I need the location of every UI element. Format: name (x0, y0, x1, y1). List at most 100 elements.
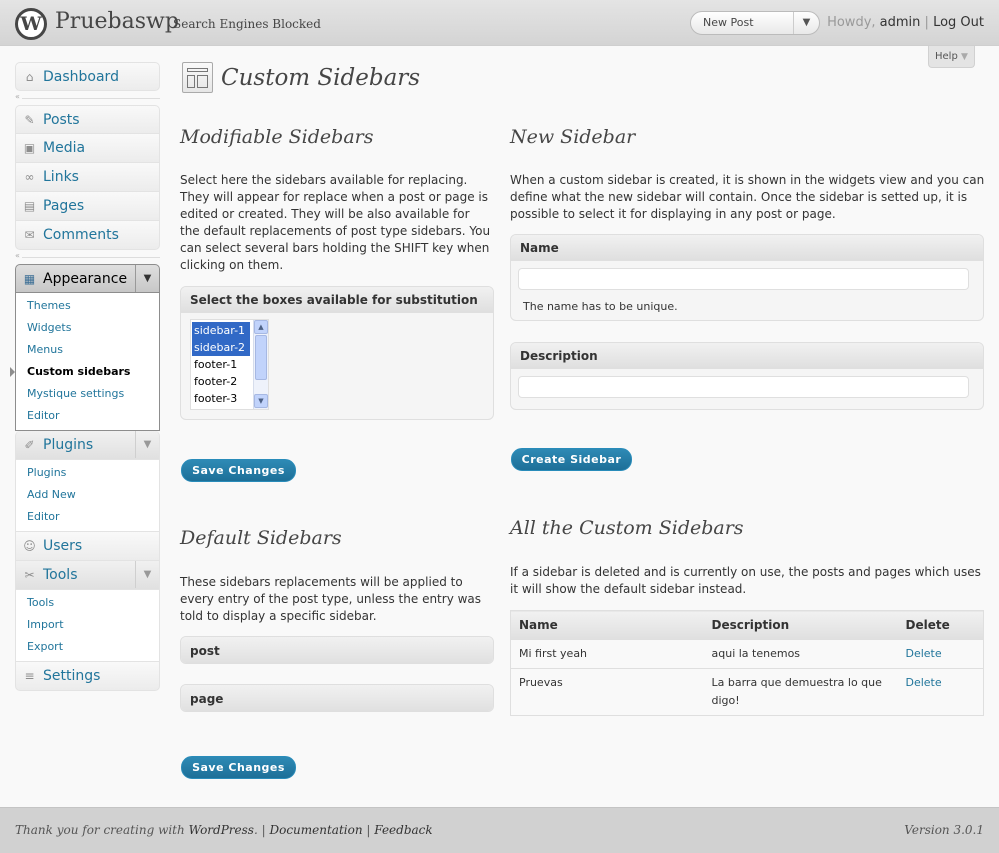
submenu-plugins[interactable]: Plugins (16, 462, 159, 484)
menu-settings[interactable]: ≡ Settings (15, 662, 160, 691)
default-sidebars-title: Default Sidebars (180, 527, 342, 549)
scroll-down-icon[interactable]: ▼ (254, 394, 268, 408)
create-sidebar-button[interactable]: Create Sidebar (511, 448, 632, 471)
menu-pages[interactable]: ▤ Pages (15, 192, 160, 221)
submenu-themes[interactable]: Themes (16, 295, 159, 317)
submenu-add-new[interactable]: Add New (16, 484, 159, 506)
menu-label: Media (43, 140, 86, 156)
delete-link[interactable]: Delete (906, 676, 942, 689)
footer-period: . (253, 823, 258, 837)
sidebar-option[interactable]: sidebar-1 (192, 322, 250, 339)
links-icon: ∞ (24, 170, 35, 184)
post-type-box-page[interactable]: page (180, 684, 494, 712)
menu-plugins[interactable]: ✐ Plugins ▼ (15, 431, 160, 460)
custom-sidebars-table: Name Description Delete Mi first yeah aq… (510, 610, 984, 716)
sidebars-multiselect[interactable]: sidebar-1 sidebar-2 footer-1 footer-2 fo… (190, 319, 269, 410)
menu-label: Dashboard (43, 69, 119, 85)
scroll-up-icon[interactable]: ▲ (254, 320, 268, 334)
submenu-plugin-editor[interactable]: Editor (16, 506, 159, 528)
settings-icon: ≡ (24, 669, 35, 683)
sidebar-description-cell: aqui la tenemos (703, 639, 898, 669)
site-title[interactable]: Pruebaswp (55, 9, 179, 34)
menu-label: Pages (43, 198, 85, 214)
submenu-menus[interactable]: Menus (16, 339, 159, 361)
modifiable-sidebars-title: Modifiable Sidebars (180, 126, 374, 148)
menu-media[interactable]: ▣ Media (15, 134, 160, 163)
menu-appearance[interactable]: ▦ Appearance ▼ (15, 264, 160, 293)
menu-comments[interactable]: ✉ Comments (15, 221, 160, 250)
menu-tools[interactable]: ✂ Tools ▼ (15, 561, 160, 590)
profile-link[interactable]: admin (880, 15, 921, 30)
modifiable-sidebars-description: Select here the sidebars available for r… (180, 173, 491, 272)
submenu-custom-sidebars[interactable]: Custom sidebars (10, 361, 159, 383)
default-sidebars-description: These sidebars replacements will be appl… (180, 575, 482, 623)
logout-link[interactable]: Log Out (933, 15, 984, 30)
documentation-link[interactable]: Documentation (269, 823, 362, 837)
menu-label: Comments (43, 227, 119, 243)
appearance-icon: ▦ (23, 272, 36, 286)
sidebar-option[interactable]: footer-3 (192, 390, 250, 407)
column-header-name: Name (510, 610, 704, 640)
all-custom-sidebars-title: All the Custom Sidebars (510, 517, 744, 539)
posts-icon: ✎ (24, 113, 35, 127)
collapse-arrow-icon[interactable]: « (15, 92, 22, 101)
wordpress-link[interactable]: WordPress (189, 823, 254, 837)
save-changes-button[interactable]: Save Changes (181, 756, 296, 779)
admin-header: W Pruebaswp Search Engines Blocked New P… (0, 0, 999, 46)
pages-icon: ▤ (23, 199, 36, 213)
wordpress-logo-icon[interactable]: W (15, 8, 47, 40)
submenu-export[interactable]: Export (16, 636, 159, 658)
user-separator: | (924, 15, 929, 30)
menu-dashboard[interactable]: ⌂ Dashboard (15, 62, 160, 91)
sidebar-description-input[interactable] (518, 376, 969, 398)
collapse-arrow-icon[interactable]: « (15, 251, 22, 260)
post-type-box-post[interactable]: post (180, 636, 494, 664)
table-row: Pruevas La barra que demuestra lo que di… (510, 668, 984, 716)
admin-menu: ⌂ Dashboard « ✎ Posts ▣ Media ∞ Links ▤ … (10, 62, 160, 691)
sidebar-option[interactable]: footer-2 (192, 373, 250, 390)
sidebar-option[interactable]: footer-1 (192, 356, 250, 373)
user-info: Howdy, admin | Log Out (827, 15, 984, 30)
save-changes-button[interactable]: Save Changes (181, 459, 296, 482)
chevron-down-icon: ▼ (961, 52, 968, 62)
themes-page-icon (182, 62, 213, 93)
sidebar-name-cell: Mi first yeah (510, 639, 704, 669)
menu-links[interactable]: ∞ Links (15, 163, 160, 192)
footer-separator: | (366, 823, 371, 837)
chevron-down-icon[interactable]: ▼ (135, 265, 159, 292)
chevron-down-icon[interactable]: ▼ (793, 12, 819, 34)
menu-label: Plugins (43, 437, 94, 453)
menu-users[interactable]: ☺ Users (15, 532, 160, 561)
sidebar-option[interactable]: sidebar-2 (192, 339, 250, 356)
favorite-actions-dropdown[interactable]: New Post ▼ (690, 11, 820, 35)
all-custom-sidebars-description: If a sidebar is deleted and is currently… (510, 565, 981, 596)
new-post-link[interactable]: New Post (703, 16, 754, 29)
chevron-down-icon[interactable]: ▼ (135, 561, 159, 588)
submenu-widgets[interactable]: Widgets (16, 317, 159, 339)
page-title: Custom Sidebars (221, 65, 421, 91)
post-type-label: post (181, 637, 493, 663)
sidebar-name-input[interactable] (518, 268, 969, 290)
help-tab[interactable]: Help ▼ (928, 46, 975, 68)
submenu-mystique-settings[interactable]: Mystique settings (16, 383, 159, 405)
submenu-tools[interactable]: Tools (16, 592, 159, 614)
column-header-description: Description (703, 610, 898, 640)
menu-separator[interactable]: « (15, 92, 160, 104)
menu-label: Appearance (43, 271, 128, 287)
menu-posts[interactable]: ✎ Posts (15, 105, 160, 134)
submenu-editor[interactable]: Editor (16, 405, 159, 427)
chevron-down-icon[interactable]: ▼ (135, 431, 159, 458)
footer-separator: | (261, 823, 266, 837)
menu-separator[interactable]: « (15, 251, 160, 263)
site-privacy-status[interactable]: Search Engines Blocked (173, 17, 321, 31)
scroll-thumb[interactable] (255, 335, 267, 380)
listbox-scrollbar[interactable]: ▲ ▼ (253, 320, 268, 409)
comments-icon: ✉ (24, 228, 35, 242)
submenu-import[interactable]: Import (16, 614, 159, 636)
appearance-submenu: Themes Widgets Menus Custom sidebars Mys… (10, 293, 160, 431)
name-hint: The name has to be unique. (523, 300, 678, 313)
users-icon: ☺ (23, 539, 36, 553)
feedback-link[interactable]: Feedback (374, 823, 432, 837)
menu-label: Links (43, 169, 79, 185)
delete-link[interactable]: Delete (906, 647, 942, 660)
